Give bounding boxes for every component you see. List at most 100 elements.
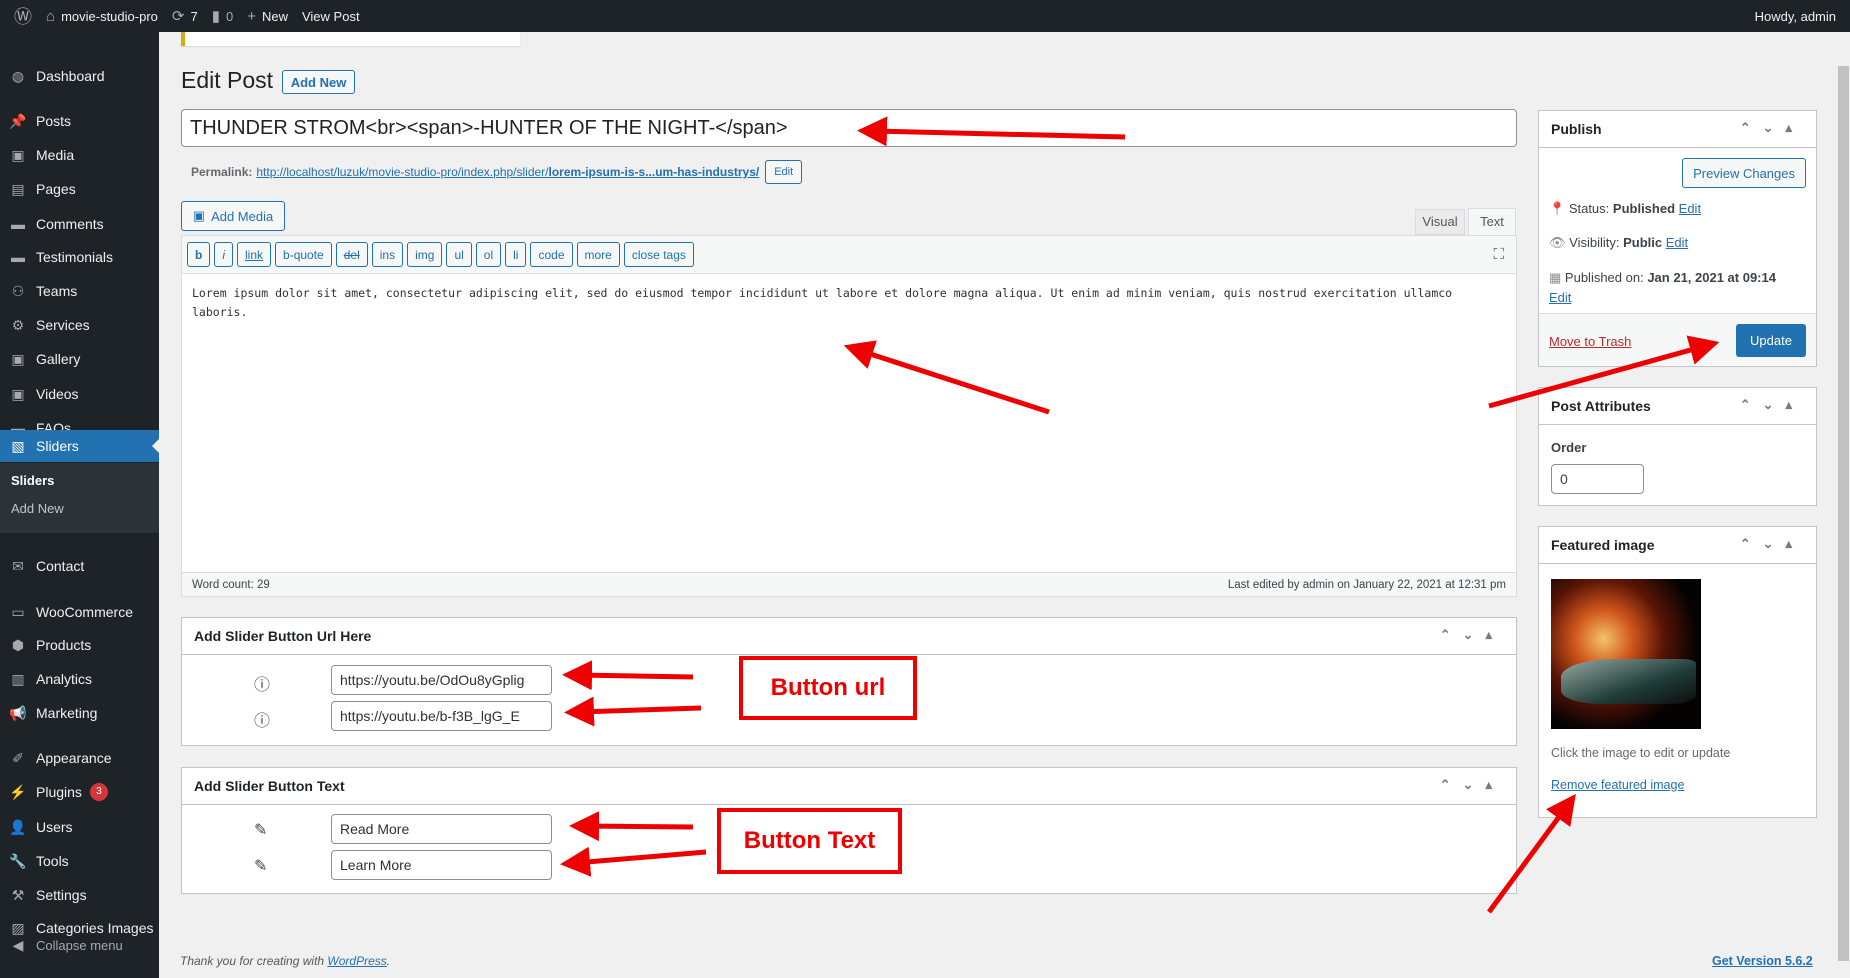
scrollbar-thumb[interactable]	[1838, 66, 1849, 961]
site-name-link[interactable]: ⌂ movie-studio-pro	[46, 8, 158, 25]
comments-link[interactable]: ▮ 0	[212, 7, 234, 25]
site-name: movie-studio-pro	[61, 8, 158, 24]
sliders-submenu: Sliders Add New	[0, 463, 159, 533]
sidebar-item-testimonials[interactable]: ▬ Testimonials	[0, 241, 159, 273]
sidebar-item-teams[interactable]: ⚇ Teams	[0, 275, 159, 307]
sidebar-item-settings[interactable]: ⚒ Settings	[0, 879, 159, 911]
slides-icon: ▧	[11, 437, 25, 454]
sidebar-item-pages[interactable]: ▤ Pages	[0, 173, 159, 205]
sidebar-item-media[interactable]: ▣ Media	[0, 139, 159, 171]
order-input[interactable]: 0	[1551, 464, 1644, 494]
sidebar-item-contact[interactable]: ✉ Contact	[0, 550, 159, 582]
collapse-menu-button[interactable]: ◀ Collapse menu	[0, 929, 159, 961]
metabox-controls-icon[interactable]: ⌃⌄▴	[1440, 627, 1504, 643]
quicktag-close-tags[interactable]: close tags	[623, 242, 694, 267]
sidebar-item-users[interactable]: 👤 Users	[0, 811, 159, 843]
sidebar-item-label: Appearance	[36, 750, 112, 766]
published-edit-link[interactable]: Edit	[1549, 290, 1571, 305]
wordpress-link[interactable]: WordPress	[327, 954, 386, 968]
quicktag-b[interactable]: b	[187, 242, 211, 267]
sidebar-item-label: Testimonials	[36, 249, 114, 265]
preview-changes-button[interactable]: Preview Changes	[1682, 158, 1806, 188]
permalink-row: Permalink: http://localhost/luzuk/movie-…	[191, 160, 803, 184]
sidebar-item-label: Tools	[36, 853, 69, 869]
fullscreen-icon[interactable]: ⛶	[1493, 246, 1504, 263]
quicktag-li[interactable]: li	[505, 242, 527, 267]
add-new-button[interactable]: Add New	[282, 70, 355, 94]
tab-visual[interactable]: Visual	[1415, 209, 1465, 235]
get-version-link[interactable]: Get Version 5.6.2	[1712, 954, 1813, 968]
move-to-trash-link[interactable]: Move to Trash	[1549, 334, 1631, 349]
sidebar-item-products[interactable]: ⬢ Products	[0, 629, 159, 661]
sidebar-item-tools[interactable]: 🔧 Tools	[0, 845, 159, 877]
button-text-1-input[interactable]: Read More	[331, 814, 552, 844]
remove-featured-image-link[interactable]: Remove featured image	[1551, 778, 1684, 792]
sidebar-item-gallery[interactable]: ▣ Gallery	[0, 343, 159, 375]
metabox-title: Add Slider Button Url Here	[194, 628, 372, 644]
sidebar-item-videos[interactable]: ▣ Videos	[0, 378, 159, 410]
sidebar-item-services[interactable]: ⚙ Services	[0, 309, 159, 341]
sidebar-item-marketing[interactable]: 📢 Marketing	[0, 697, 159, 729]
button-url-2-input[interactable]: https://youtu.be/b-f3B_lgG_E	[331, 701, 552, 731]
quicktag-ul[interactable]: ul	[446, 242, 472, 267]
word-count: Word count: 29	[192, 578, 270, 591]
new-content-link[interactable]: + New	[247, 8, 288, 25]
quicktag-more[interactable]: more	[576, 242, 620, 267]
sidebar-item-label: Teams	[36, 283, 78, 299]
button-url-1-input[interactable]: https://youtu.be/OdOu8yGplig	[331, 665, 552, 695]
update-button[interactable]: Update	[1736, 324, 1806, 357]
metabox-controls-icon[interactable]: ⌃⌄▴	[1440, 777, 1504, 793]
submenu-item-add-new[interactable]: Add New	[11, 501, 64, 516]
add-media-button[interactable]: ▣ Add Media	[181, 201, 285, 231]
metabox-controls-icon[interactable]: ⌃⌄▴	[1740, 120, 1804, 136]
user-icon: 👤	[9, 818, 27, 835]
footer-thanks: Thank you for creating with WordPress.	[180, 954, 391, 968]
quicktag-i[interactable]: i	[214, 242, 234, 267]
tab-text[interactable]: Text	[1468, 208, 1516, 236]
visibility-edit-link[interactable]: Edit	[1666, 235, 1688, 250]
quicktag-ol[interactable]: ol	[475, 242, 502, 267]
sidebar-item-label: Plugins	[36, 784, 82, 800]
my-account-link[interactable]: Howdy, admin	[1755, 9, 1836, 24]
page-title: Edit Post	[181, 67, 274, 93]
sidebar-item-analytics[interactable]: ▥ Analytics	[0, 663, 159, 695]
quicktag-b-quote[interactable]: b-quote	[275, 242, 332, 267]
sidebar-item-dashboard[interactable]: ◍ Dashboard	[0, 60, 159, 92]
metabox-controls-icon[interactable]: ⌃⌄▴	[1740, 397, 1804, 413]
editor-textarea[interactable]: Lorem ipsum dolor sit amet, consectetur …	[182, 274, 1516, 572]
quicktag-img[interactable]: img	[407, 242, 443, 267]
sidebar-item-label: Analytics	[36, 671, 93, 687]
featured-image-thumbnail[interactable]	[1551, 579, 1701, 729]
sidebar-item-posts[interactable]: 📌 Posts	[0, 105, 159, 137]
sidebar-item-plugins[interactable]: ⚡ Plugins 3	[0, 776, 159, 808]
sidebar-item-sliders[interactable]: ▧ Sliders	[0, 430, 159, 462]
permalink-link[interactable]: http://localhost/luzuk/movie-studio-pro/…	[256, 165, 759, 179]
quicktag-del[interactable]: del	[335, 242, 368, 267]
scrollbar-track[interactable]	[1837, 32, 1850, 978]
sidebar-item-comments[interactable]: ▬ Comments	[0, 208, 159, 240]
view-post-link[interactable]: View Post	[302, 9, 360, 24]
permalink-edit-button[interactable]: Edit	[765, 160, 803, 184]
eye-icon: 👁	[1549, 235, 1566, 250]
status-edit-link[interactable]: Edit	[1679, 201, 1701, 216]
post-title-input[interactable]: THUNDER STROM<br><span>-HUNTER OF THE NI…	[181, 109, 1517, 147]
comment-icon: ▮	[211, 8, 220, 25]
wordpress-logo-icon[interactable]: Ⓦ	[14, 3, 32, 29]
media-icon: ▣	[192, 208, 206, 223]
updates-link[interactable]: ⟳ 7	[172, 7, 198, 25]
visibility-row: 👁 Visibility: Public Edit	[1549, 235, 1688, 251]
quicktag-ins[interactable]: ins	[371, 242, 404, 267]
sidebar-item-appearance[interactable]: ✐ Appearance	[0, 742, 159, 774]
quicktag-link[interactable]: link	[237, 242, 272, 267]
sidebar-item-label: Contact	[36, 558, 85, 574]
quicktag-code[interactable]: code	[530, 242, 573, 267]
submenu-item-sliders[interactable]: Sliders	[11, 473, 54, 488]
megaphone-icon: 📢	[9, 704, 27, 721]
sidebar-item-woocommerce[interactable]: ▭ WooCommerce	[0, 596, 159, 628]
button-text-2-input[interactable]: Learn More	[331, 850, 552, 880]
updates-icon: ⟳	[171, 8, 185, 25]
pages-icon: ▤	[11, 180, 25, 197]
metabox-controls-icon[interactable]: ⌃⌄▴	[1740, 536, 1804, 552]
last-edited: Last edited by admin on January 22, 2021…	[1227, 578, 1506, 591]
sidebar-item-label: Sliders	[36, 438, 79, 454]
